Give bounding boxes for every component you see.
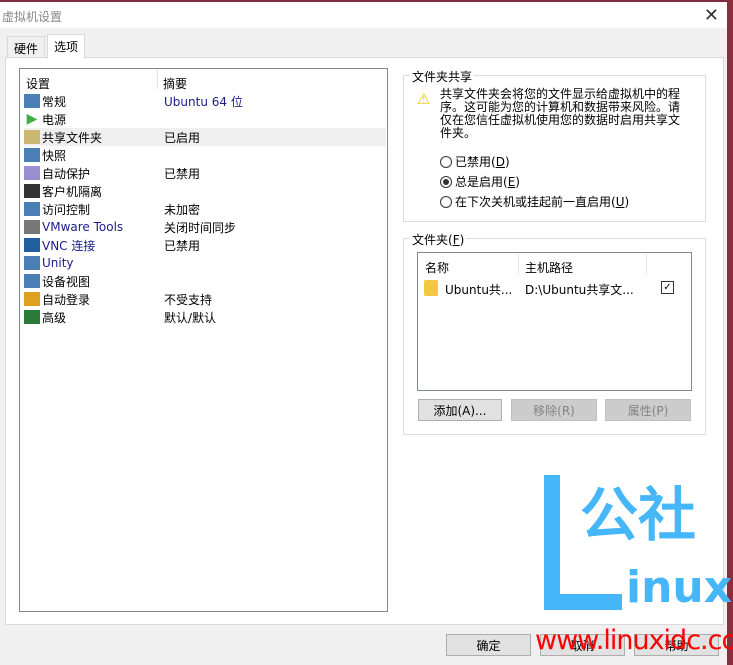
settings-item-label: 自动登录 — [42, 292, 91, 307]
settings-item-summary: 不受支持 — [164, 292, 213, 307]
radio-button[interactable] — [440, 155, 452, 168]
settings-item-label: Unity — [42, 256, 74, 270]
sharing-option-e[interactable]: 总是启用(E) — [440, 173, 520, 190]
settings-item-11[interactable]: 自动登录 不受支持 — [24, 290, 386, 308]
settings-item-summary: Ubuntu 64 位 — [164, 94, 243, 109]
settings-item-5[interactable]: 客户机隔离 — [24, 182, 386, 200]
radio-label: 总是启用(E) — [455, 175, 520, 189]
lock-icon — [24, 184, 40, 198]
snapshot-icon — [24, 148, 40, 162]
unity-icon — [24, 256, 40, 270]
settings-item-summary: 已启用 — [164, 130, 201, 145]
settings-item-4[interactable]: 自动保护 已禁用 — [24, 164, 386, 182]
settings-item-label: 访问控制 — [42, 202, 91, 217]
vnc-icon — [24, 238, 40, 252]
device-view-icon — [24, 274, 40, 288]
settings-item-label: 设备视图 — [42, 274, 91, 289]
add-folder-button[interactable]: 添加(A)... — [418, 399, 502, 421]
settings-item-0[interactable]: 常规 Ubuntu 64 位 — [24, 92, 386, 110]
settings-item-7[interactable]: VMware Tools 关闭时间同步 — [24, 218, 386, 236]
radio-label: 在下次关机或挂起前一直启用(U) — [455, 195, 630, 209]
radio-button[interactable] — [440, 195, 452, 208]
warning-text: 共享文件夹会将您的文件显示给虚拟机中的程序。这可能为您的计算机和数据带来风险。请… — [440, 87, 681, 140]
folders-list[interactable]: 名称 主机路径 Ubuntu共... D:\Ubuntu共享文... ✓ — [417, 252, 692, 391]
properties-button[interactable]: 属性(P) — [605, 399, 691, 421]
settings-item-6[interactable]: 访问控制 未加密 — [24, 200, 386, 218]
ok-button[interactable]: 确定 — [446, 634, 531, 656]
column-header-name[interactable]: 名称 — [425, 259, 449, 276]
settings-item-label: 电源 — [42, 112, 67, 127]
sharing-option-u[interactable]: 在下次关机或挂起前一直启用(U) — [440, 193, 629, 210]
settings-item-label: VMware Tools — [42, 220, 124, 234]
autoprotect-icon — [24, 166, 40, 180]
settings-item-summary: 关闭时间同步 — [164, 220, 237, 235]
close-icon[interactable]: ✕ — [704, 5, 719, 26]
window-title: 虚拟机设置 — [2, 10, 63, 24]
settings-item-label: 自动保护 — [42, 166, 91, 181]
monitor-icon — [24, 94, 40, 108]
folder-name: Ubuntu共... — [445, 283, 513, 297]
settings-item-summary: 已禁用 — [164, 166, 201, 181]
power-play-icon: ▶ — [26, 111, 38, 127]
settings-item-8[interactable]: VNC 连接 已禁用 — [24, 236, 386, 254]
sharing-option-d[interactable]: 已禁用(D) — [440, 153, 510, 170]
tab-hardware[interactable]: 硬件 — [7, 36, 46, 58]
column-divider[interactable] — [646, 253, 647, 275]
folder-path: D:\Ubuntu共享文... — [525, 283, 634, 297]
advanced-icon — [24, 310, 40, 324]
desktop-edge — [727, 0, 733, 665]
settings-item-1[interactable]: ▶ 电源 — [24, 110, 386, 128]
folders-title: 文件夹(F) — [410, 231, 467, 248]
folder-enabled-checkbox[interactable]: ✓ — [661, 281, 674, 294]
settings-list[interactable]: 设置 摘要 常规 Ubuntu 64 位 ▶ 电源 共享文件夹 已启用 快照 自动保护 已禁用客… — [19, 68, 388, 612]
folder-sharing-group: 文件夹共享 ⚠ 共享文件夹会将您的文件显示给虚拟机中的程序。这可能为您的计算机和… — [403, 68, 706, 222]
column-header-summary[interactable]: 摘要 — [163, 75, 187, 92]
folder-sharing-title: 文件夹共享 — [410, 68, 475, 85]
settings-item-summary: 默认/默认 — [164, 310, 217, 325]
title-bar: 虚拟机设置 ✕ — [0, 0, 727, 28]
settings-item-2[interactable]: 共享文件夹 已启用 — [24, 128, 386, 146]
cancel-button[interactable]: 取消 — [540, 634, 625, 656]
access-control-icon — [24, 202, 40, 216]
tab-options[interactable]: 选项 — [47, 34, 86, 59]
vmware-tools-icon — [24, 220, 40, 234]
column-header-setting[interactable]: 设置 — [26, 75, 50, 92]
settings-item-summary: 已禁用 — [164, 238, 201, 253]
settings-item-9[interactable]: Unity — [24, 254, 386, 272]
column-divider[interactable] — [157, 69, 158, 89]
settings-item-label: 快照 — [42, 148, 67, 163]
settings-item-label: 高级 — [42, 310, 67, 325]
folder-icon — [424, 280, 438, 296]
shared-folder-icon — [24, 130, 40, 144]
settings-item-3[interactable]: 快照 — [24, 146, 386, 164]
folder-row[interactable]: Ubuntu共... D:\Ubuntu共享文... ✓ — [424, 279, 686, 297]
radio-label: 已禁用(D) — [455, 155, 510, 169]
warning-icon: ⚠ — [417, 90, 431, 108]
settings-item-label: 客户机隔离 — [42, 184, 103, 199]
autologin-icon — [24, 292, 40, 306]
settings-item-label: VNC 连接 — [42, 238, 96, 253]
column-divider[interactable] — [518, 253, 519, 275]
settings-item-summary: 未加密 — [164, 202, 201, 217]
settings-item-label: 常规 — [42, 94, 67, 109]
settings-item-12[interactable]: 高级 默认/默认 — [24, 308, 386, 326]
help-button[interactable]: 帮助 — [634, 634, 719, 656]
remove-folder-button[interactable]: 移除(R) — [511, 399, 597, 421]
column-header-path[interactable]: 主机路径 — [525, 259, 573, 276]
radio-button[interactable] — [440, 175, 452, 188]
settings-item-label: 共享文件夹 — [42, 130, 103, 145]
settings-item-10[interactable]: 设备视图 — [24, 272, 386, 290]
